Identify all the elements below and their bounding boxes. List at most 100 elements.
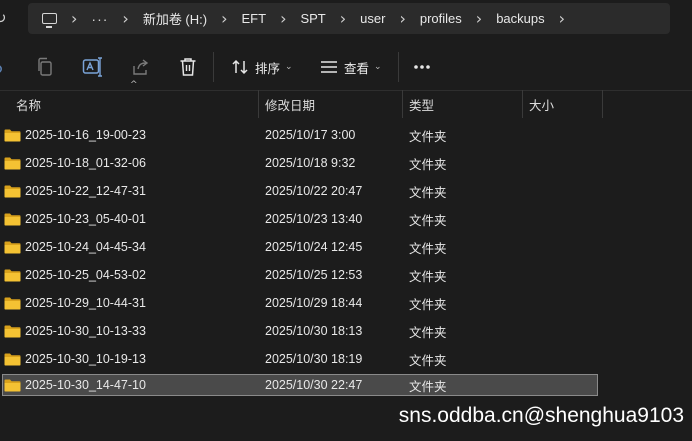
folder-icon	[4, 185, 21, 198]
file-type: 文件夹	[409, 297, 447, 312]
column-header-modified[interactable]: 修改日期	[265, 90, 401, 118]
folder-icon	[4, 213, 21, 226]
file-type: 文件夹	[409, 129, 447, 144]
column-header-type-label: 类型	[409, 98, 435, 113]
file-row[interactable]: 2025-10-18_01-32-06 2025/10/18 9:32 文件夹	[0, 149, 692, 177]
view-label: 查看	[344, 61, 370, 76]
sort-label: 排序	[255, 61, 281, 76]
rename-button[interactable]	[82, 44, 104, 90]
file-name[interactable]: 2025-10-29_10-44-31	[25, 289, 146, 317]
file-type: 文件夹	[409, 325, 447, 340]
file-row[interactable]: 2025-10-24_04-45-34 2025/10/24 12:45 文件夹	[0, 233, 692, 261]
sort-ascending-icon: ^	[130, 80, 138, 90]
folder-icon	[4, 325, 21, 338]
chevron-right-icon[interactable]: ›	[385, 9, 419, 28]
column-header-row: 名称 修改日期 类型 大小	[0, 90, 692, 118]
toolbar-divider	[398, 52, 399, 82]
column-divider[interactable]	[602, 90, 603, 118]
delete-button[interactable]	[179, 44, 197, 90]
file-name[interactable]: 2025-10-23_05-40-01	[25, 205, 146, 233]
column-header-size-label: 大小	[529, 98, 555, 113]
file-type: 文件夹	[409, 213, 447, 228]
cut-icon	[0, 65, 2, 73]
breadcrumb-item-profiles[interactable]: profiles	[420, 11, 462, 26]
file-modified-date: 2025/10/17 3:00	[265, 128, 356, 142]
column-header-name[interactable]: 名称	[16, 90, 256, 118]
folder-icon	[4, 129, 21, 142]
copy-button[interactable]	[36, 44, 54, 90]
file-name[interactable]: 2025-10-30_10-13-33	[25, 317, 146, 345]
file-modified-date: 2025/10/30 22:47	[265, 378, 363, 392]
file-name[interactable]: 2025-10-18_01-32-06	[25, 149, 146, 177]
chevron-right-icon[interactable]: ›	[108, 9, 142, 28]
computer-icon[interactable]	[42, 13, 57, 28]
file-type: 文件夹	[409, 269, 447, 284]
file-type: 文件夹	[409, 185, 447, 200]
breadcrumb-item-user[interactable]: user	[360, 11, 385, 26]
view-icon	[321, 61, 337, 73]
column-divider[interactable]	[522, 90, 523, 118]
file-name[interactable]: 2025-10-22_12-47-31	[25, 177, 146, 205]
chevron-right-icon[interactable]: ›	[545, 9, 579, 28]
file-type: 文件夹	[409, 353, 447, 368]
file-row[interactable]: 2025-10-22_12-47-31 2025/10/22 20:47 文件夹	[0, 177, 692, 205]
refresh-icon[interactable]: ↻	[0, 9, 7, 27]
chevron-right-icon[interactable]: ›	[57, 9, 91, 28]
sort-icon	[232, 59, 248, 75]
chevron-right-icon[interactable]: ›	[266, 9, 300, 28]
file-type: 文件夹	[409, 157, 447, 172]
file-row[interactable]: 2025-10-30_14-47-10 2025/10/30 22:47 文件夹	[0, 373, 692, 401]
column-header-type[interactable]: 类型	[409, 90, 521, 118]
file-modified-date: 2025/10/30 18:19	[265, 352, 363, 366]
breadcrumb-overflow[interactable]: ···	[91, 11, 108, 27]
file-name[interactable]: 2025-10-30_14-47-10	[25, 373, 146, 397]
folder-icon	[4, 157, 21, 170]
file-name[interactable]: 2025-10-16_19-00-23	[25, 121, 146, 149]
file-type: 文件夹	[409, 379, 447, 394]
sort-button[interactable]: 排序 ⌄	[231, 44, 293, 90]
folder-icon	[4, 297, 21, 310]
column-divider[interactable]	[402, 90, 403, 118]
file-modified-date: 2025/10/22 20:47	[265, 184, 363, 198]
file-modified-date: 2025/10/30 18:13	[265, 324, 363, 338]
file-list: 2025-10-16_19-00-23 2025/10/17 3:00 文件夹 202…	[0, 121, 692, 401]
cut-button[interactable]	[0, 44, 6, 90]
command-bar: 排序 ⌄ 查看 ⌄	[0, 44, 692, 91]
chevron-right-icon[interactable]: ›	[326, 9, 360, 28]
column-header-modified-label: 修改日期	[265, 98, 316, 113]
chevron-right-icon[interactable]: ›	[462, 9, 496, 28]
folder-icon	[4, 379, 21, 392]
more-options-button[interactable]	[413, 44, 431, 90]
file-modified-date: 2025/10/24 12:45	[265, 240, 363, 254]
chevron-down-icon: ⌄	[374, 62, 382, 72]
breadcrumb-item-backups[interactable]: backups	[496, 11, 544, 26]
file-modified-date: 2025/10/23 13:40	[265, 212, 363, 226]
folder-icon	[4, 353, 21, 366]
folder-icon	[4, 241, 21, 254]
file-row[interactable]: 2025-10-16_19-00-23 2025/10/17 3:00 文件夹	[0, 121, 692, 149]
file-name[interactable]: 2025-10-25_04-53-02	[25, 261, 146, 289]
folder-icon	[4, 269, 21, 282]
view-button[interactable]: 查看 ⌄	[320, 44, 382, 90]
trash-icon	[180, 58, 196, 76]
breadcrumb-item-drive[interactable]: 新加卷 (H:)	[143, 9, 207, 28]
file-row[interactable]: 2025-10-29_10-44-31 2025/10/29 18:44 文件夹	[0, 289, 692, 317]
chevron-right-icon[interactable]: ›	[207, 9, 241, 28]
breadcrumb-item-eft[interactable]: EFT	[242, 11, 267, 26]
file-name[interactable]: 2025-10-30_10-19-13	[25, 345, 146, 373]
column-header-size[interactable]: 大小	[529, 90, 601, 118]
file-row[interactable]: 2025-10-30_10-19-13 2025/10/30 18:19 文件夹	[0, 345, 692, 373]
breadcrumb-item-spt[interactable]: SPT	[300, 11, 325, 26]
more-icon	[414, 65, 430, 69]
file-name[interactable]: 2025-10-24_04-45-34	[25, 233, 146, 261]
file-type: 文件夹	[409, 241, 447, 256]
watermark-text: sns.oddba.cn@shenghua9103	[398, 404, 684, 427]
address-bar-region: ↻ › ··· › 新加卷 (H:) › EFT › SPT › user › …	[0, 0, 692, 38]
rename-icon	[82, 57, 102, 77]
file-row[interactable]: 2025-10-25_04-53-02 2025/10/25 12:53 文件夹	[0, 261, 692, 289]
column-divider[interactable]	[258, 90, 259, 118]
file-row[interactable]: 2025-10-30_10-13-33 2025/10/30 18:13 文件夹	[0, 317, 692, 345]
address-breadcrumb[interactable]: › ··· › 新加卷 (H:) › EFT › SPT › user › pr…	[28, 3, 670, 34]
file-row[interactable]: 2025-10-23_05-40-01 2025/10/23 13:40 文件夹	[0, 205, 692, 233]
chevron-down-icon: ⌄	[285, 62, 293, 72]
